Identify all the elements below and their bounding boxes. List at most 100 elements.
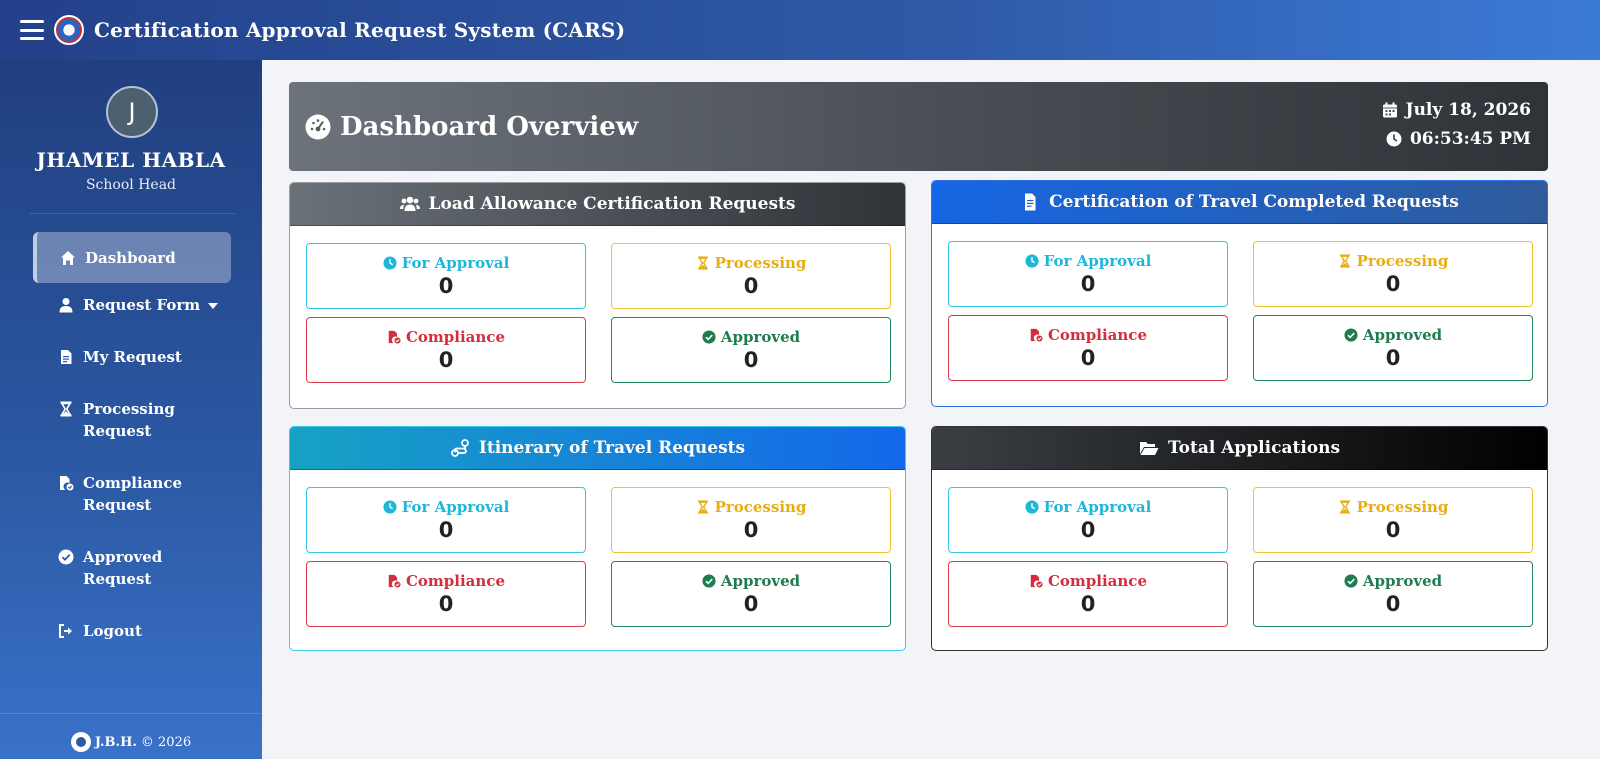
user-name: JHAMEL HABLA <box>36 148 226 172</box>
card-header: Load Allowance Certification Requests <box>290 183 905 226</box>
stat-grid: For Approval 0 Processing 0 Compliance 0… <box>306 243 891 383</box>
sidebar: J JHAMEL HABLA School Head Dashboard Req… <box>0 60 262 759</box>
card-header: Total Applications <box>932 427 1547 470</box>
stat-compliance[interactable]: Compliance 0 <box>948 561 1228 627</box>
sidebar-item-label: Processing Request <box>83 400 175 440</box>
hourglass-icon <box>1339 500 1350 514</box>
stat-value: 0 <box>1385 518 1401 542</box>
stat-for-approval[interactable]: For Approval 0 <box>306 487 586 553</box>
sidebar-item-processing-request[interactable]: Processing Request <box>33 398 231 442</box>
stat-label: Compliance <box>405 572 505 590</box>
check-circle-icon <box>702 330 716 344</box>
stat-compliance[interactable]: Compliance 0 <box>306 317 586 383</box>
file-check-icon <box>388 330 401 344</box>
card-title: Total Applications <box>1167 438 1341 458</box>
stat-approved[interactable]: Approved 0 <box>611 561 891 627</box>
stat-value: 0 <box>438 592 454 616</box>
stat-value: 0 <box>1080 592 1096 616</box>
stat-value: 0 <box>743 518 759 542</box>
stat-value: 0 <box>743 348 759 372</box>
stat-value: 0 <box>1385 346 1401 370</box>
sidebar-divider <box>30 213 235 214</box>
card-header: Itinerary of Travel Requests <box>290 427 905 470</box>
stat-value: 0 <box>438 518 454 542</box>
clock-icon <box>1025 254 1039 268</box>
card-header: Certification of Travel Completed Reques… <box>932 181 1547 224</box>
stat-compliance[interactable]: Compliance 0 <box>948 315 1228 381</box>
stat-label: For Approval <box>401 254 510 272</box>
card-travel-completed: Certification of Travel Completed Reques… <box>931 180 1548 407</box>
sidebar-item-label: Logout <box>83 622 142 640</box>
card-total-applications: Total Applications For Approval 0 Proces… <box>931 426 1548 651</box>
stat-value: 0 <box>1080 272 1096 296</box>
file-check-icon <box>1030 328 1043 342</box>
card-itinerary-travel: Itinerary of Travel Requests For Approva… <box>289 426 906 651</box>
current-time-text: 06:53:45 PM <box>1409 129 1531 149</box>
stat-for-approval[interactable]: For Approval 0 <box>948 241 1228 307</box>
brand-logo-icon <box>70 732 91 752</box>
current-date: July 18, 2026 <box>1382 100 1531 120</box>
app-logo <box>54 15 84 45</box>
sidebar-item-request-form[interactable]: Request Form <box>33 294 231 316</box>
stat-processing[interactable]: Processing 0 <box>1253 241 1533 307</box>
stat-label: Processing <box>1356 252 1449 270</box>
stat-label: Compliance <box>405 328 505 346</box>
stat-value: 0 <box>1080 346 1096 370</box>
stat-value: 0 <box>438 348 454 372</box>
gauge-icon <box>305 114 331 139</box>
sidebar-item-compliance-request[interactable]: Compliance Request <box>33 472 231 516</box>
user-icon <box>59 298 73 313</box>
sidebar-item-label: My Request <box>83 348 182 366</box>
stat-label: Approved <box>1362 572 1443 590</box>
stat-processing[interactable]: Processing 0 <box>611 243 891 309</box>
hamburger-menu-icon[interactable] <box>20 20 44 40</box>
card-title: Itinerary of Travel Requests <box>478 438 746 458</box>
document-icon <box>1025 193 1036 211</box>
sidebar-item-label: Request Form <box>83 296 201 314</box>
current-time: 06:53:45 PM <box>1386 129 1531 149</box>
sidebar-item-dashboard[interactable]: Dashboard <box>33 232 231 283</box>
clock-icon <box>1025 500 1039 514</box>
page-title-text: Dashboard Overview <box>340 111 639 142</box>
card-load-allowance: Load Allowance Certification Requests Fo… <box>289 182 906 409</box>
current-date-text: July 18, 2026 <box>1405 100 1531 120</box>
users-icon <box>399 196 420 211</box>
home-icon <box>61 250 75 265</box>
hourglass-icon <box>60 401 72 417</box>
stat-label: Approved <box>720 572 801 590</box>
sidebar-item-logout[interactable]: Logout <box>33 620 231 642</box>
stat-value: 0 <box>743 274 759 298</box>
sidebar-item-label: Compliance Request <box>83 474 183 514</box>
stat-for-approval[interactable]: For Approval 0 <box>948 487 1228 553</box>
hourglass-icon <box>697 256 708 270</box>
stat-approved[interactable]: Approved 0 <box>1253 561 1533 627</box>
stat-label: Approved <box>1362 326 1443 344</box>
stat-value: 0 <box>438 274 454 298</box>
sidebar-item-approved-request[interactable]: Approved Request <box>33 546 231 590</box>
stat-compliance[interactable]: Compliance 0 <box>306 561 586 627</box>
app-title: Certification Approval Request System (C… <box>94 18 626 42</box>
stat-label: For Approval <box>1043 498 1152 516</box>
file-check-icon <box>60 476 74 491</box>
check-circle-icon <box>702 574 716 588</box>
logout-icon <box>59 624 72 638</box>
stat-label: Processing <box>1356 498 1449 516</box>
card-title: Certification of Travel Completed Reques… <box>1049 192 1459 212</box>
stat-for-approval[interactable]: For Approval 0 <box>306 243 586 309</box>
calendar-icon <box>1382 102 1397 118</box>
stat-approved[interactable]: Approved 0 <box>1253 315 1533 381</box>
stat-processing[interactable]: Processing 0 <box>1253 487 1533 553</box>
sidebar-footer-divider <box>0 713 262 714</box>
sidebar-item-my-request[interactable]: My Request <box>33 346 231 368</box>
user-role: School Head <box>85 177 177 193</box>
stat-label: Processing <box>714 254 807 272</box>
stat-approved[interactable]: Approved 0 <box>611 317 891 383</box>
sidebar-item-label: Approved Request <box>83 548 163 588</box>
stat-label: Compliance <box>1047 326 1147 344</box>
stat-value: 0 <box>1385 592 1401 616</box>
file-check-icon <box>388 574 401 588</box>
stat-grid: For Approval 0 Processing 0 Compliance 0… <box>948 241 1533 381</box>
clock-icon <box>1386 131 1402 147</box>
stat-grid: For Approval 0 Processing 0 Compliance 0… <box>948 487 1533 627</box>
stat-processing[interactable]: Processing 0 <box>611 487 891 553</box>
